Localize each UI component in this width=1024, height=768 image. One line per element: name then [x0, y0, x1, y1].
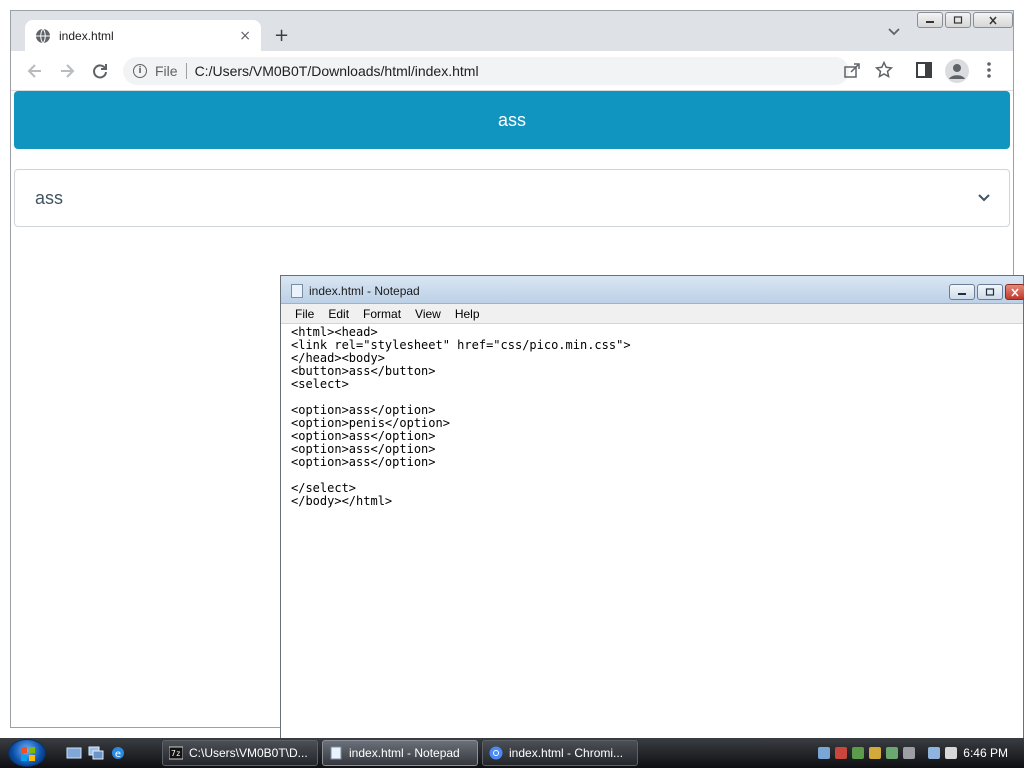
taskbar-item-explorer[interactable]: 7z C:\Users\VM0B0T\D...	[162, 740, 318, 766]
kebab-menu-icon[interactable]	[981, 61, 997, 79]
tray-app-icon[interactable]	[886, 747, 898, 759]
notepad-icon	[330, 746, 342, 760]
taskbar-item-label: index.html - Notepad	[349, 746, 460, 760]
code-line: </select>	[291, 481, 357, 495]
tray-app-icon[interactable]	[852, 747, 864, 759]
command-prompt-icon: 7z	[169, 746, 183, 760]
maximize-button[interactable]	[945, 12, 971, 28]
notepad-window: index.html - Notepad File Edit Format Vi…	[280, 275, 1024, 740]
menu-view[interactable]: View	[415, 307, 441, 321]
tray-network-icon[interactable]	[818, 747, 830, 759]
minimize-icon	[926, 21, 934, 23]
url-text[interactable]: C:/Users/VM0B0T/Downloads/html/index.htm…	[195, 63, 479, 79]
chromium-icon	[489, 746, 503, 760]
notepad-window-controls	[949, 284, 1024, 300]
switch-windows-icon[interactable]	[88, 746, 104, 760]
tab-close-icon[interactable]: ×	[239, 28, 251, 44]
code-line: <option>ass</option>	[291, 455, 436, 469]
minimize-icon	[958, 293, 966, 295]
maximize-icon	[985, 288, 995, 296]
notepad-menubar: File Edit Format View Help	[281, 304, 1023, 324]
url-separator	[185, 63, 187, 79]
close-icon	[1011, 288, 1019, 296]
option-select[interactable]: ass	[14, 169, 1010, 227]
taskbar-item-chromium[interactable]: index.html - Chromi...	[482, 740, 638, 766]
notepad-icon	[291, 284, 303, 298]
taskbar-item-notepad[interactable]: index.html - Notepad	[322, 740, 478, 766]
window-controls	[917, 12, 1013, 28]
arrow-left-icon[interactable]	[25, 61, 45, 81]
close-icon	[989, 16, 997, 24]
share-icon[interactable]	[843, 61, 861, 79]
start-button[interactable]	[8, 739, 46, 767]
code-line: </body></html>	[291, 494, 393, 508]
tray-monitor-icon[interactable]	[928, 747, 940, 759]
notepad-minimize-button[interactable]	[949, 284, 975, 300]
close-window-button[interactable]	[973, 12, 1013, 28]
maximize-icon	[953, 16, 963, 24]
ass-button[interactable]: ass	[14, 91, 1010, 149]
arrow-right-icon[interactable]	[57, 61, 77, 81]
tab-title: index.html	[59, 28, 114, 43]
menu-format[interactable]: Format	[363, 307, 401, 321]
info-icon[interactable]: i	[133, 64, 147, 78]
tab-index-html[interactable]: index.html ×	[25, 20, 261, 51]
taskbar-item-label: index.html - Chromi...	[509, 746, 624, 760]
notepad-close-button[interactable]	[1005, 284, 1024, 300]
windows-logo-icon	[21, 747, 35, 761]
globe-icon	[36, 28, 50, 43]
internet-explorer-icon[interactable]: e	[110, 746, 126, 760]
select-value: ass	[35, 187, 64, 208]
notepad-title: index.html - Notepad	[309, 284, 420, 298]
profile-icon[interactable]	[945, 59, 969, 83]
taskbar: e 7z C:\Users\VM0B0T\D... index.html - N…	[0, 738, 1024, 768]
svg-text:7z: 7z	[171, 749, 181, 758]
code-line: <button>ass</button>	[291, 364, 436, 378]
tray-app-icon[interactable]	[869, 747, 881, 759]
address-bar[interactable]: i File C:/Users/VM0B0T/Downloads/html/in…	[123, 57, 849, 85]
minimize-button[interactable]	[917, 12, 943, 28]
taskbar-item-label: C:\Users\VM0B0T\D...	[189, 746, 308, 760]
tray-app-icon[interactable]	[835, 747, 847, 759]
browser-toolbar: i File C:/Users/VM0B0T/Downloads/html/in…	[11, 51, 1013, 91]
menu-edit[interactable]: Edit	[328, 307, 349, 321]
show-desktop-icon[interactable]	[66, 746, 82, 760]
reload-icon[interactable]	[90, 61, 110, 81]
svg-text:e: e	[115, 749, 121, 760]
url-scheme: File	[155, 63, 178, 79]
notepad-titlebar[interactable]: index.html - Notepad	[281, 276, 1024, 304]
notepad-text-area[interactable]: <html><head> <link rel="stylesheet" href=…	[291, 326, 1019, 736]
side-panel-icon[interactable]	[915, 61, 933, 79]
tab-bar: index.html × +	[11, 11, 1013, 51]
chevron-down-icon	[978, 194, 990, 202]
menu-help[interactable]: Help	[455, 307, 480, 321]
code-line: <select>	[291, 377, 349, 391]
menu-file[interactable]: File	[295, 307, 314, 321]
new-tab-button[interactable]: +	[274, 25, 289, 46]
tray-app-icon[interactable]	[903, 747, 915, 759]
code-line: <link rel="stylesheet" href="css/pico.mi…	[291, 338, 631, 352]
volume-muted-icon[interactable]	[945, 747, 957, 759]
notepad-maximize-button[interactable]	[977, 284, 1003, 300]
clock[interactable]: 6:46 PM	[963, 746, 1008, 760]
tab-search-chevron-icon[interactable]	[887, 27, 901, 37]
star-icon[interactable]	[875, 61, 893, 79]
